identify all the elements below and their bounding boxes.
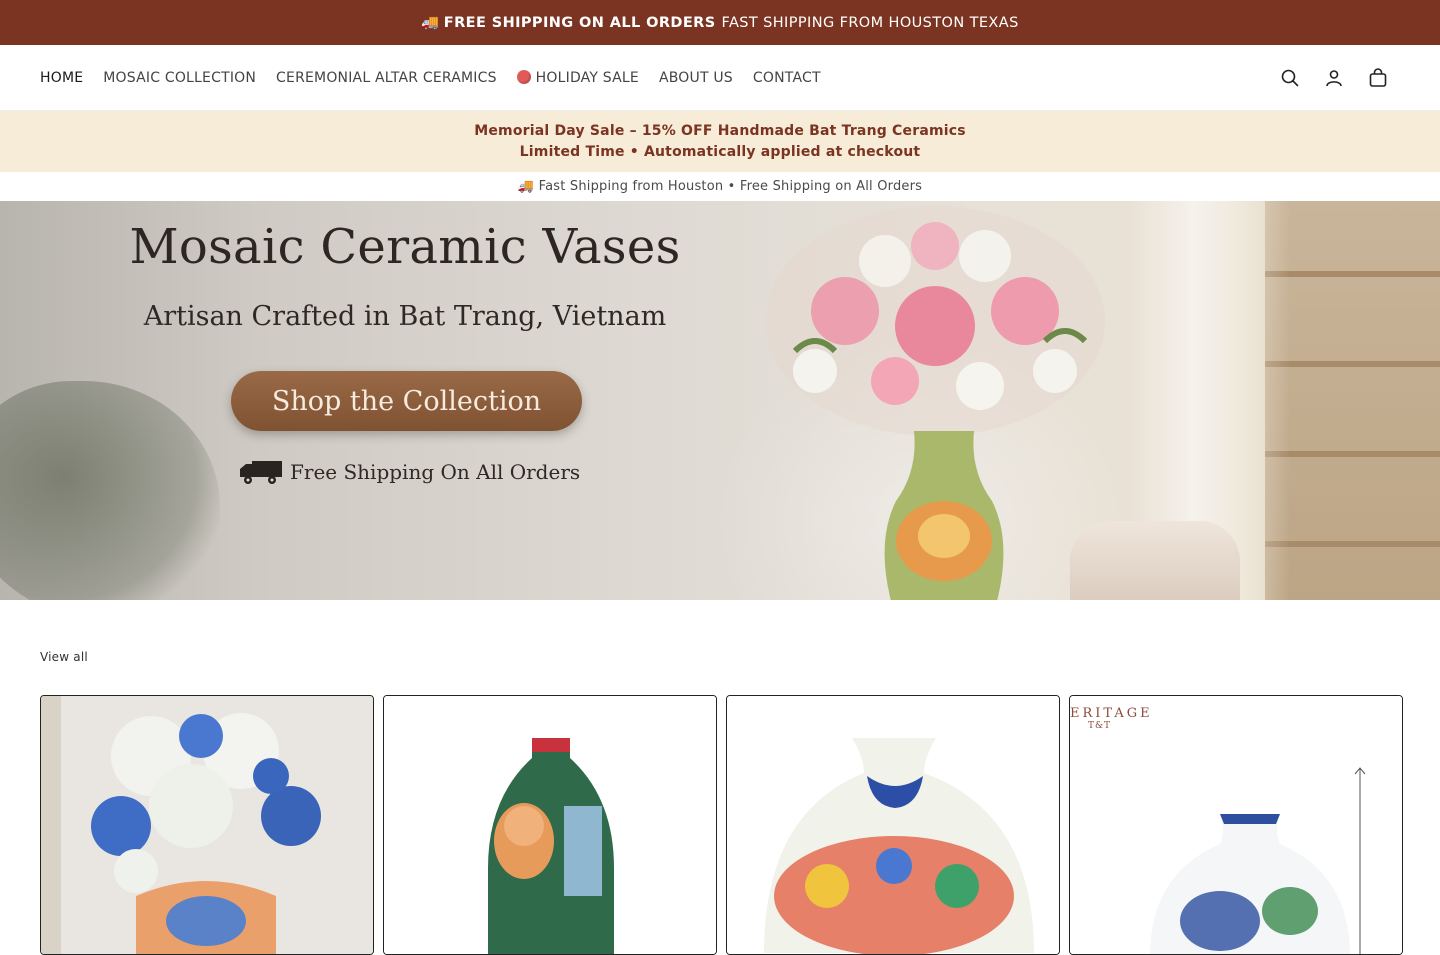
sale-banner: Memorial Day Sale – 15% OFF Handmade Bat…: [0, 111, 1440, 172]
announcement-bar: 🚚 FREE SHIPPING ON ALL ORDERS FAST SHIPP…: [0, 0, 1440, 45]
nav-contact[interactable]: CONTACT: [753, 70, 821, 86]
account-icon[interactable]: [1312, 56, 1356, 100]
shipping-bar: 🚚 Fast Shipping from Houston • Free Ship…: [517, 179, 923, 194]
product-card[interactable]: [383, 695, 717, 955]
nav-holiday-sale[interactable]: HOLIDAY SALE: [516, 69, 639, 86]
plant-shape: [0, 381, 220, 600]
brand-sub: T&T: [1088, 721, 1112, 731]
collection-section: View all: [0, 600, 1440, 665]
brand-watermark: ERITAGE T&T: [1070, 706, 1153, 731]
sale-line-2: Limited Time • Automatically applied at …: [519, 143, 921, 160]
bookshelf-shape: [1265, 201, 1440, 600]
hero-free-shipping-text: Free Shipping On All Orders: [290, 460, 581, 484]
chair-shape: [1070, 521, 1240, 600]
view-all-link[interactable]: View all: [40, 650, 88, 664]
product-card[interactable]: [40, 695, 374, 955]
product-image-vase-floral-round: [727, 696, 1059, 954]
sale-line-1: Memorial Day Sale – 15% OFF Handmade Bat…: [474, 122, 966, 139]
red-circle-icon: [516, 69, 531, 84]
hero-subtitle: Artisan Crafted in Bat Trang, Vietnam: [143, 301, 667, 332]
vase-illustration: [884, 431, 1004, 600]
product-image-vase-blue-hydrangeas: [41, 696, 373, 954]
truck-icon: 🚚: [421, 15, 440, 31]
nav-about-us[interactable]: ABOUT US: [659, 70, 733, 86]
product-grid: ERITAGE T&T: [40, 695, 1403, 955]
nav-mosaic-collection[interactable]: MOSAIC COLLECTION: [103, 70, 256, 86]
hero-title: Mosaic Ceramic Vases: [129, 219, 681, 275]
main-nav: HOME MOSAIC COLLECTION CEREMONIAL ALTAR …: [40, 69, 841, 86]
product-card[interactable]: ERITAGE T&T: [1069, 695, 1403, 955]
search-icon[interactable]: [1268, 56, 1312, 100]
product-card[interactable]: [726, 695, 1060, 955]
shop-collection-button[interactable]: Shop the Collection: [231, 371, 582, 431]
announcement-text: FAST SHIPPING FROM HOUSTON TEXAS: [721, 14, 1019, 31]
product-image-vase-cat-painted: [384, 696, 716, 954]
header-icons: [1268, 56, 1400, 100]
nav-holiday-sale-label: HOLIDAY SALE: [535, 69, 639, 86]
hero-free-shipping: Free Shipping On All Orders: [240, 459, 580, 485]
nav-ceremonial-altar-ceramics[interactable]: CEREMONIAL ALTAR CERAMICS: [276, 70, 497, 86]
brand-name: ERITAGE: [1070, 706, 1153, 721]
cart-icon[interactable]: [1356, 56, 1400, 100]
nav-home[interactable]: HOME: [40, 70, 83, 86]
site-header: HOME MOSAIC COLLECTION CEREMONIAL ALTAR …: [0, 45, 1440, 111]
product-image-vase-blue-white: [1070, 696, 1402, 954]
hero-banner[interactable]: Mosaic Ceramic Vases Artisan Crafted in …: [0, 201, 1440, 600]
delivery-truck-icon: [240, 461, 282, 484]
announcement-bold: FREE SHIPPING ON ALL ORDERS: [443, 14, 716, 31]
